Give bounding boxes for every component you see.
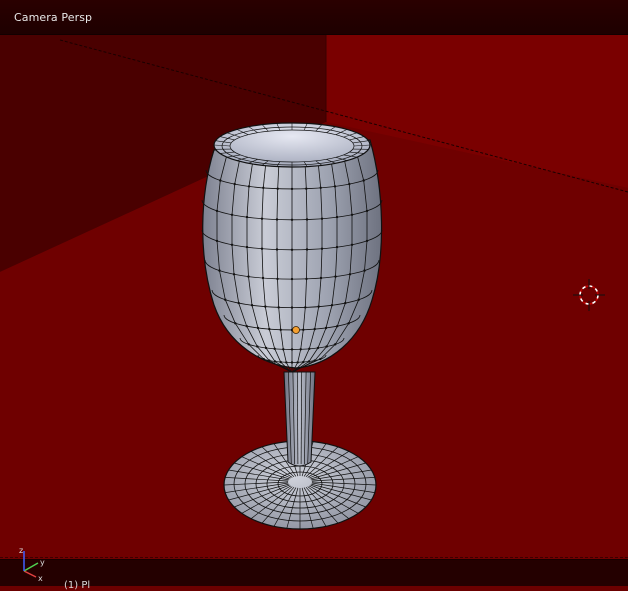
axis-z-label: z — [19, 546, 23, 555]
axis-y-label: y — [40, 558, 45, 567]
viewport-header: Camera Persp — [0, 0, 628, 35]
axis-x-label: x — [38, 574, 43, 583]
active-object-label: (1) Pl — [64, 580, 90, 591]
3d-cursor-icon[interactable] — [573, 279, 605, 311]
object-origin-dot[interactable] — [293, 327, 300, 334]
view-title: Camera Persp — [14, 11, 92, 24]
wine-glass-mesh[interactable] — [202, 123, 382, 529]
viewport-footer — [0, 559, 628, 586]
scene-canvas[interactable] — [0, 0, 628, 585]
axis-gizmo-icon: z y x — [10, 545, 60, 585]
3d-viewport[interactable] — [0, 0, 628, 585]
